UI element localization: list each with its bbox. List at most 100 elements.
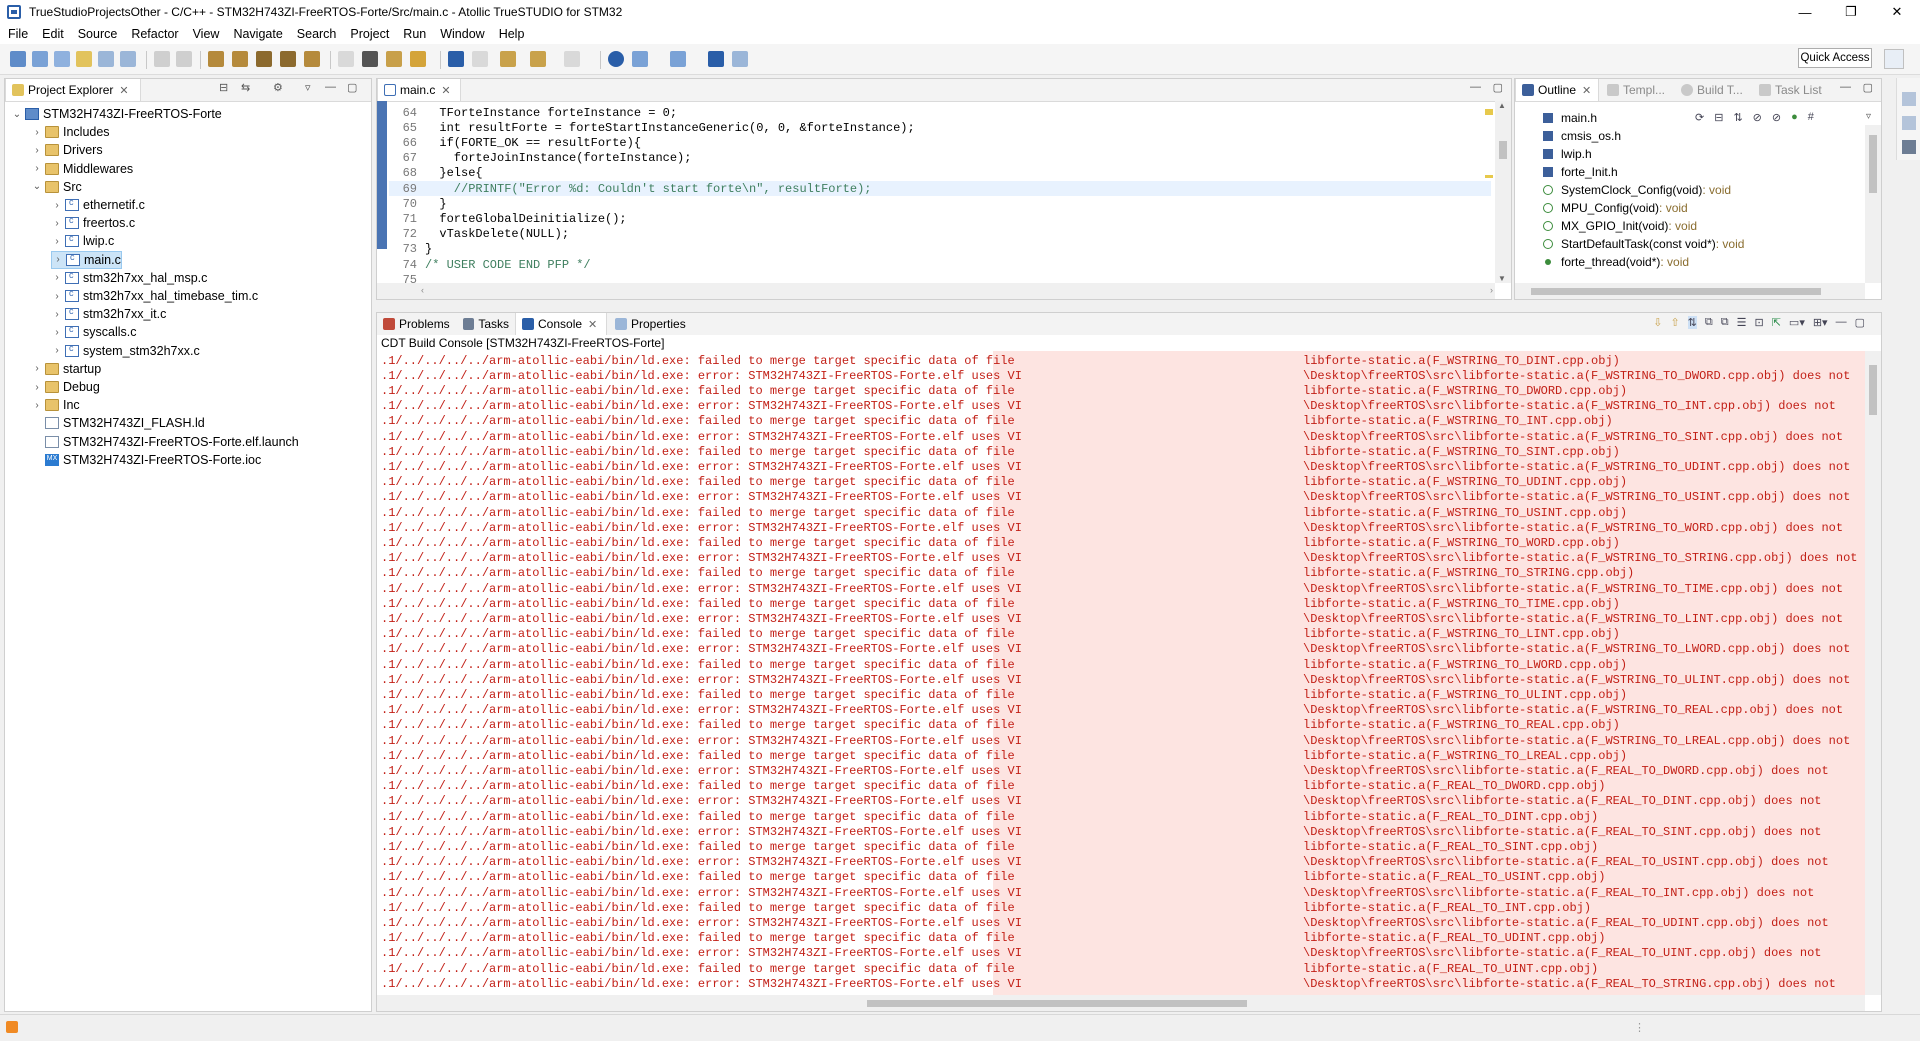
tab-main-c[interactable]: main.c ✕ (377, 79, 461, 101)
tree-item[interactable]: › stm32h7xx_it.c (51, 305, 166, 323)
outline-item[interactable]: StartDefaultTask(const void*) : void (1543, 235, 1744, 253)
console-output[interactable]: .1/../../../../arm-atollic-eabi/bin/ld.e… (377, 351, 1865, 995)
grid-icon[interactable] (670, 51, 686, 67)
tree-item[interactable]: ⌄ STM32H743ZI-FreeRTOS-Forte (11, 105, 222, 123)
external-icon[interactable] (732, 51, 748, 67)
collapse-all-icon[interactable]: ⊟ (219, 81, 228, 94)
tab-properties[interactable]: Properties (609, 313, 695, 335)
chevron-right-icon[interactable]: › (51, 200, 63, 211)
pin-console-icon[interactable]: ⊡ (1754, 316, 1763, 329)
maximize-view-icon[interactable]: ▢ (1855, 316, 1865, 329)
chevron-right-icon[interactable]: › (51, 291, 63, 302)
tab-outline[interactable]: Outline ✕ (1515, 79, 1599, 101)
code-editor[interactable]: 64 TForteInstance forteInstance = 0; 65 i… (377, 101, 1511, 299)
tree-item[interactable]: › lwip.c (51, 232, 114, 250)
tree-item[interactable]: › system_stm32h7xx.c (51, 342, 199, 360)
chevron-right-icon[interactable]: › (31, 400, 43, 411)
new-folder-icon[interactable] (76, 51, 92, 67)
menu-view[interactable]: View (185, 27, 226, 41)
info-icon[interactable] (608, 51, 624, 67)
clean-icon[interactable] (280, 51, 296, 67)
scroll-left-icon[interactable]: ‹ (421, 285, 424, 295)
settings-icon[interactable] (338, 51, 354, 67)
minimize-view-icon[interactable]: — (325, 81, 336, 93)
menu-file[interactable]: File (0, 27, 34, 41)
tree-item[interactable]: › ethernetif.c (51, 196, 145, 214)
link-editor-icon[interactable]: ⇆ (241, 81, 250, 94)
open-folder-icon[interactable] (386, 51, 402, 67)
minimize-view-icon[interactable]: — (1836, 316, 1847, 329)
new-header-icon[interactable] (54, 51, 70, 67)
outline-item[interactable]: SystemClock_Config(void) : void (1543, 181, 1731, 199)
tree-item[interactable]: › stm32h7xx_hal_timebase_tim.c (51, 287, 258, 305)
menu-edit[interactable]: Edit (34, 27, 70, 41)
tab-tasks[interactable]: Tasks (457, 313, 515, 335)
tree-item[interactable]: STM32H743ZI-FreeRTOS-Forte.elf.launch (31, 433, 299, 451)
binary-view-icon[interactable] (1902, 116, 1916, 130)
chevron-right-icon[interactable]: › (51, 272, 63, 283)
scroll-up-icon[interactable]: ▲ (1498, 101, 1506, 110)
outline-item[interactable]: MPU_Config(void) : void (1543, 199, 1688, 217)
console-horizontal-scrollbar[interactable] (377, 995, 1865, 1011)
filter-icon[interactable]: ⚙ (273, 81, 283, 94)
forward-icon[interactable] (564, 51, 580, 67)
tab-templates[interactable]: Templ... (1601, 79, 1671, 101)
display-console-icon[interactable]: ⇱ (1772, 316, 1781, 329)
close-icon[interactable]: ✕ (119, 84, 128, 97)
tree-item[interactable]: STM32H743ZI_FLASH.ld (31, 414, 205, 432)
view-menu-icon[interactable]: ▿ (1866, 111, 1871, 122)
chevron-down-icon[interactable]: ⌄ (11, 109, 23, 120)
menu-window[interactable]: Window (432, 27, 490, 41)
chevron-right-icon[interactable]: › (51, 309, 63, 320)
scroll-lock-icon[interactable]: ⇅ (1687, 316, 1697, 329)
tab-console[interactable]: Console ✕ (515, 313, 607, 335)
minimize-view-icon[interactable]: — (1470, 81, 1481, 93)
save-all-icon[interactable] (176, 51, 192, 67)
menu-help[interactable]: Help (491, 27, 531, 41)
tree-item[interactable]: › Includes (31, 123, 109, 141)
quick-access-input[interactable]: Quick Access (1798, 48, 1872, 68)
show-console-icon[interactable]: ⧉ (1721, 316, 1729, 329)
tree-item[interactable]: › syscalls.c (51, 323, 136, 341)
import-icon[interactable] (98, 51, 114, 67)
minimize-view-icon[interactable]: — (1840, 81, 1851, 93)
build-target-icon[interactable] (304, 51, 320, 67)
tree-item[interactable]: ⌄ Src (31, 178, 82, 196)
chevron-right-icon[interactable]: › (51, 218, 63, 229)
stack-view-icon[interactable] (1902, 140, 1916, 154)
tree-item[interactable]: › Debug (31, 378, 100, 396)
build-all-icon[interactable] (232, 51, 248, 67)
chevron-down-icon[interactable]: ⌄ (31, 181, 43, 192)
view-menu-icon[interactable]: ▿ (305, 81, 311, 94)
maximize-view-icon[interactable]: ▢ (347, 81, 357, 94)
close-icon[interactable]: ✕ (588, 318, 597, 331)
terminal-icon[interactable] (448, 51, 464, 67)
outline-item[interactable]: main.h (1543, 109, 1597, 127)
tree-item[interactable]: › startup (31, 360, 101, 378)
expand-icon[interactable] (708, 51, 724, 67)
new-icon[interactable] (10, 51, 26, 67)
next-error-icon[interactable]: ⇩ (1653, 316, 1662, 329)
window-layout-icon[interactable] (632, 51, 648, 67)
menu-source[interactable]: Source (70, 27, 124, 41)
tree-item[interactable]: › freertos.c (51, 214, 135, 232)
menu-navigate[interactable]: Navigate (225, 27, 288, 41)
rebuild-icon[interactable] (256, 51, 272, 67)
editor-vertical-scrollbar[interactable]: ▲ ▼ (1495, 101, 1511, 283)
close-icon[interactable]: ✕ (441, 84, 450, 97)
outline-item[interactable]: MX_GPIO_Init(void) : void (1543, 217, 1697, 235)
tab-task-list[interactable]: Task List (1753, 79, 1828, 101)
console-vertical-scrollbar[interactable] (1865, 351, 1881, 995)
outline-item[interactable]: cmsis_os.h (1543, 127, 1621, 145)
outline-item[interactable]: forte_thread(void*) : void (1543, 253, 1689, 271)
open-console-icon[interactable]: ▭▾ (1789, 316, 1805, 329)
new-source-icon[interactable] (32, 51, 48, 67)
tab-problems[interactable]: Problems (377, 313, 457, 335)
maximize-view-icon[interactable]: ▢ (1863, 81, 1873, 94)
chevron-right-icon[interactable]: › (31, 363, 43, 374)
perspective-cpp-icon[interactable] (1884, 49, 1904, 69)
chevron-right-icon[interactable]: › (52, 254, 64, 265)
build-icon[interactable] (208, 51, 224, 67)
tab-project-explorer[interactable]: Project Explorer ✕ (5, 79, 141, 101)
tree-item[interactable]: › Middlewares (31, 160, 133, 178)
